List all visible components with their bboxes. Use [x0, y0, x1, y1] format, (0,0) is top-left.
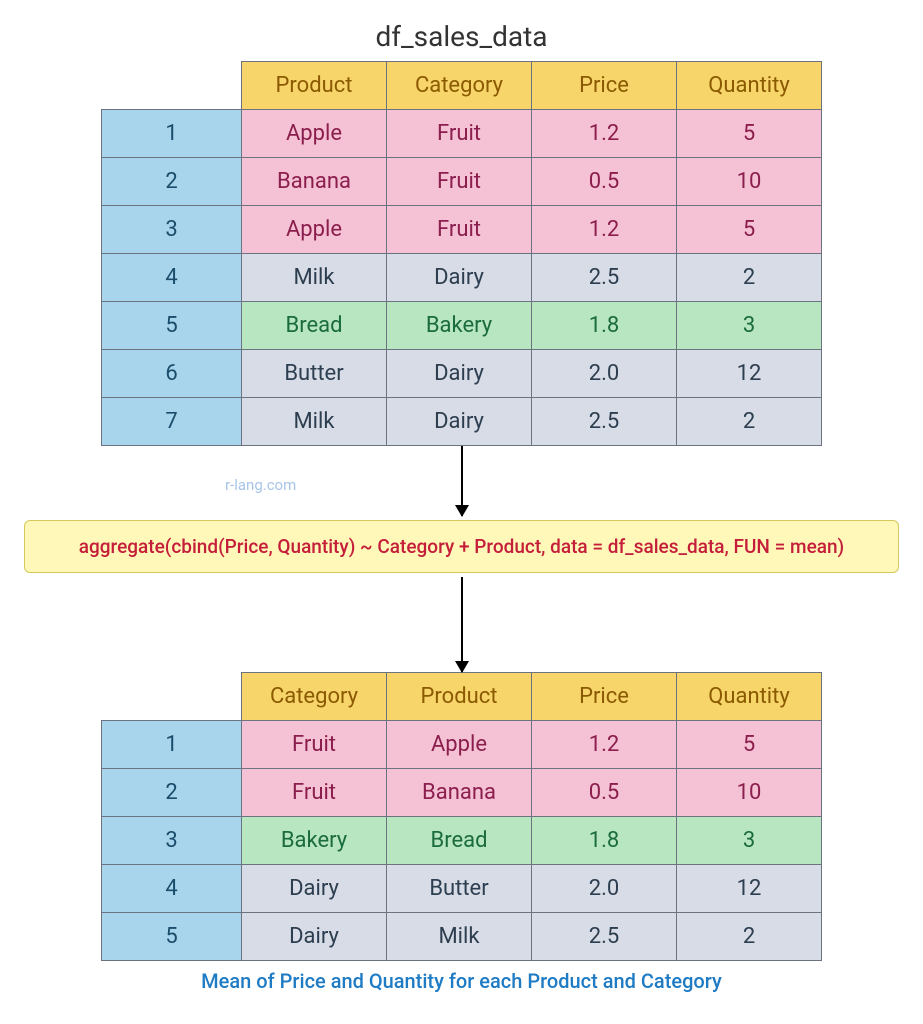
cell: Fruit [242, 721, 387, 769]
cell: 5 [677, 110, 822, 158]
row-index: 4 [102, 254, 242, 302]
table-row: 1 Fruit Apple 1.2 5 [102, 721, 822, 769]
row-index: 2 [102, 769, 242, 817]
cell: 3 [677, 302, 822, 350]
cell: Dairy [242, 913, 387, 961]
table-row: 6 Butter Dairy 2.0 12 [102, 350, 822, 398]
cell: Fruit [387, 206, 532, 254]
col-header: Category [242, 673, 387, 721]
cell: Fruit [387, 110, 532, 158]
header-row: Category Product Price Quantity [102, 673, 822, 721]
corner-cell [102, 673, 242, 721]
cell: 12 [677, 865, 822, 913]
row-index: 7 [102, 398, 242, 446]
row-index: 2 [102, 158, 242, 206]
cell: 2.0 [532, 350, 677, 398]
cell: Fruit [387, 158, 532, 206]
corner-cell [102, 62, 242, 110]
col-header: Price [532, 62, 677, 110]
cell: 0.5 [532, 158, 677, 206]
cell: Dairy [387, 350, 532, 398]
cell: Butter [387, 865, 532, 913]
row-index: 4 [102, 865, 242, 913]
cell: Bakery [242, 817, 387, 865]
result-caption: Mean of Price and Quantity for each Prod… [10, 969, 913, 993]
cell: 10 [677, 769, 822, 817]
cell: Milk [387, 913, 532, 961]
cell: 1.2 [532, 206, 677, 254]
cell: Dairy [387, 254, 532, 302]
cell: Butter [242, 350, 387, 398]
input-table: Product Category Price Quantity 1 Apple … [101, 61, 822, 446]
cell: Dairy [387, 398, 532, 446]
cell: 2.5 [532, 913, 677, 961]
cell: 0.5 [532, 769, 677, 817]
cell: 12 [677, 350, 822, 398]
cell: 2 [677, 913, 822, 961]
col-header: Price [532, 673, 677, 721]
cell: 3 [677, 817, 822, 865]
cell: 5 [677, 206, 822, 254]
cell: Banana [242, 158, 387, 206]
cell: Bakery [387, 302, 532, 350]
output-table: Category Product Price Quantity 1 Fruit … [101, 672, 822, 961]
watermark-text: r-lang.com [225, 476, 296, 494]
cell: 1.8 [532, 817, 677, 865]
arrow-icon [461, 446, 463, 516]
cell: Milk [242, 254, 387, 302]
output-table-wrap: Category Product Price Quantity 1 Fruit … [10, 672, 913, 961]
cell: Bread [242, 302, 387, 350]
arrow-down-2 [10, 577, 913, 672]
cell: 2 [677, 398, 822, 446]
input-table-wrap: Product Category Price Quantity 1 Apple … [10, 61, 913, 446]
cell: 1.2 [532, 110, 677, 158]
header-row: Product Category Price Quantity [102, 62, 822, 110]
row-index: 3 [102, 206, 242, 254]
table-row: 3 Apple Fruit 1.2 5 [102, 206, 822, 254]
cell: Dairy [242, 865, 387, 913]
table-row: 3 Bakery Bread 1.8 3 [102, 817, 822, 865]
cell: 1.2 [532, 721, 677, 769]
col-header: Quantity [677, 673, 822, 721]
table-row: 2 Fruit Banana 0.5 10 [102, 769, 822, 817]
cell: Apple [242, 110, 387, 158]
cell: Bread [387, 817, 532, 865]
cell: Apple [242, 206, 387, 254]
row-index: 5 [102, 913, 242, 961]
col-header: Product [387, 673, 532, 721]
code-expression: aggregate(cbind(Price, Quantity) ~ Categ… [24, 520, 899, 573]
row-index: 1 [102, 721, 242, 769]
cell: 2.0 [532, 865, 677, 913]
table-row: 2 Banana Fruit 0.5 10 [102, 158, 822, 206]
row-index: 3 [102, 817, 242, 865]
cell: Milk [242, 398, 387, 446]
table-row: 5 Dairy Milk 2.5 2 [102, 913, 822, 961]
table-row: 5 Bread Bakery 1.8 3 [102, 302, 822, 350]
arrow-icon [461, 577, 463, 672]
cell: 5 [677, 721, 822, 769]
row-index: 5 [102, 302, 242, 350]
col-header: Category [387, 62, 532, 110]
cell: 2.5 [532, 254, 677, 302]
row-index: 6 [102, 350, 242, 398]
table-row: 4 Milk Dairy 2.5 2 [102, 254, 822, 302]
cell: 2.5 [532, 398, 677, 446]
col-header: Product [242, 62, 387, 110]
cell: Apple [387, 721, 532, 769]
diagram-title: df_sales_data [10, 20, 913, 53]
cell: Banana [387, 769, 532, 817]
table-row: 1 Apple Fruit 1.2 5 [102, 110, 822, 158]
cell: 10 [677, 158, 822, 206]
table-row: 7 Milk Dairy 2.5 2 [102, 398, 822, 446]
cell: Fruit [242, 769, 387, 817]
col-header: Quantity [677, 62, 822, 110]
row-index: 1 [102, 110, 242, 158]
cell: 2 [677, 254, 822, 302]
table-row: 4 Dairy Butter 2.0 12 [102, 865, 822, 913]
arrow-down-1: r-lang.com [10, 446, 913, 516]
cell: 1.8 [532, 302, 677, 350]
